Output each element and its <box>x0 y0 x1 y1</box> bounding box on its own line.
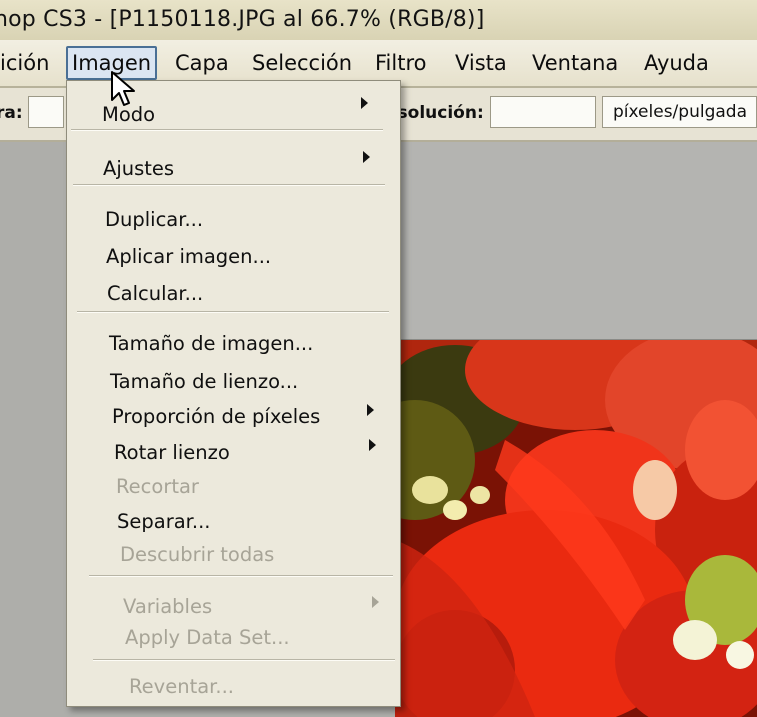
submenu-arrow-icon <box>361 97 368 109</box>
options-left-field[interactable] <box>28 96 64 128</box>
resolution-unit-select[interactable]: píxeles/pulgada <box>602 96 757 128</box>
menu-item-descubrir-todas: Descubrir todas <box>120 543 275 566</box>
menu-separator <box>71 129 383 131</box>
arrow-cursor-icon <box>111 71 135 106</box>
menu-item-variables: Variables <box>123 595 213 618</box>
canvas-background <box>395 142 757 340</box>
submenu-arrow-icon <box>369 439 376 451</box>
menu-item-tamano-imagen[interactable]: Tamaño de imagen... <box>109 332 313 355</box>
menu-item-aplicar-imagen[interactable]: Aplicar imagen... <box>106 245 271 268</box>
image-menu-dropdown: Modo Ajustes Duplicar... Aplicar imagen.… <box>66 80 401 707</box>
menu-edicion[interactable]: ición <box>0 48 53 78</box>
menu-separator <box>73 184 385 186</box>
menu-item-proporcion-pixeles[interactable]: Proporción de píxeles <box>112 405 320 428</box>
menu-filtro[interactable]: Filtro <box>371 48 430 78</box>
menu-item-separar[interactable]: Separar... <box>117 510 211 533</box>
menu-item-reventar: Reventar... <box>129 675 234 698</box>
submenu-arrow-icon <box>372 596 379 608</box>
submenu-arrow-icon <box>367 404 374 416</box>
window-title: hop CS3 - [P1150118.JPG al 66.7% (RGB/8)… <box>0 7 485 32</box>
menu-ayuda[interactable]: Ayuda <box>640 48 713 78</box>
menu-separator <box>89 575 393 577</box>
menu-separator <box>93 659 395 661</box>
menu-seleccion[interactable]: Selección <box>248 48 356 78</box>
menu-item-rotar-lienzo[interactable]: Rotar lienzo <box>114 441 230 464</box>
menu-capa[interactable]: Capa <box>171 48 233 78</box>
menu-item-duplicar[interactable]: Duplicar... <box>105 208 203 231</box>
flower-photo <box>395 340 757 717</box>
menu-item-tamano-lienzo[interactable]: Tamaño de lienzo... <box>110 370 298 393</box>
document-image <box>395 340 757 717</box>
menu-ventana[interactable]: Ventana <box>528 48 622 78</box>
menu-vista[interactable]: Vista <box>451 48 511 78</box>
menu-item-calcular[interactable]: Calcular... <box>107 282 203 305</box>
menu-item-ajustes[interactable]: Ajustes <box>103 157 174 180</box>
submenu-arrow-icon <box>363 151 370 163</box>
title-bar: hop CS3 - [P1150118.JPG al 66.7% (RGB/8)… <box>0 0 757 40</box>
resolution-input[interactable] <box>490 96 596 128</box>
menu-item-apply-data-set: Apply Data Set... <box>125 626 290 649</box>
options-left-label: ra: <box>0 103 23 123</box>
menu-separator <box>77 311 389 313</box>
menu-item-recortar: Recortar <box>116 475 199 498</box>
